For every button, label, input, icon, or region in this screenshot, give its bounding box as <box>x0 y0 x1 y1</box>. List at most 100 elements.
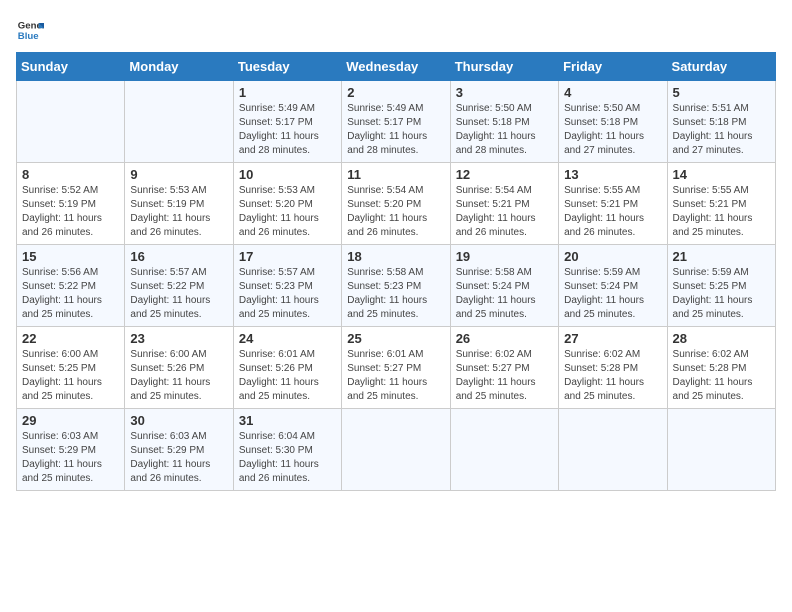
day-number: 27 <box>564 331 661 346</box>
calendar-week-0: 1 Sunrise: 5:49 AMSunset: 5:17 PMDayligh… <box>17 81 776 163</box>
day-number: 29 <box>22 413 119 428</box>
header-sunday: Sunday <box>17 53 125 81</box>
day-info: Sunrise: 6:04 AMSunset: 5:30 PMDaylight:… <box>239 431 319 484</box>
day-number: 19 <box>456 249 553 264</box>
day-info: Sunrise: 6:01 AMSunset: 5:26 PMDaylight:… <box>239 349 319 402</box>
logo-icon: General Blue <box>16 16 44 44</box>
day-cell-11: 11 Sunrise: 5:54 AMSunset: 5:20 PMDaylig… <box>342 163 450 245</box>
calendar-header-row: SundayMondayTuesdayWednesdayThursdayFrid… <box>17 53 776 81</box>
day-cell-9: 9 Sunrise: 5:53 AMSunset: 5:19 PMDayligh… <box>125 163 233 245</box>
day-number: 4 <box>564 85 661 100</box>
day-info: Sunrise: 6:03 AMSunset: 5:29 PMDaylight:… <box>22 431 102 484</box>
day-number: 5 <box>673 85 770 100</box>
day-info: Sunrise: 5:52 AMSunset: 5:19 PMDaylight:… <box>22 185 102 238</box>
header-tuesday: Tuesday <box>233 53 341 81</box>
header-saturday: Saturday <box>667 53 775 81</box>
day-info: Sunrise: 5:51 AMSunset: 5:18 PMDaylight:… <box>673 103 753 156</box>
day-cell-28: 28 Sunrise: 6:02 AMSunset: 5:28 PMDaylig… <box>667 327 775 409</box>
day-info: Sunrise: 5:54 AMSunset: 5:21 PMDaylight:… <box>456 185 536 238</box>
day-cell-17: 17 Sunrise: 5:57 AMSunset: 5:23 PMDaylig… <box>233 245 341 327</box>
day-info: Sunrise: 5:58 AMSunset: 5:24 PMDaylight:… <box>456 267 536 320</box>
day-cell-26: 26 Sunrise: 6:02 AMSunset: 5:27 PMDaylig… <box>450 327 558 409</box>
day-number: 10 <box>239 167 336 182</box>
day-info: Sunrise: 6:00 AMSunset: 5:25 PMDaylight:… <box>22 349 102 402</box>
day-cell-30: 30 Sunrise: 6:03 AMSunset: 5:29 PMDaylig… <box>125 409 233 491</box>
day-cell-15: 15 Sunrise: 5:56 AMSunset: 5:22 PMDaylig… <box>17 245 125 327</box>
day-info: Sunrise: 5:59 AMSunset: 5:25 PMDaylight:… <box>673 267 753 320</box>
day-info: Sunrise: 6:02 AMSunset: 5:28 PMDaylight:… <box>673 349 753 402</box>
day-number: 17 <box>239 249 336 264</box>
day-number: 13 <box>564 167 661 182</box>
day-info: Sunrise: 6:01 AMSunset: 5:27 PMDaylight:… <box>347 349 427 402</box>
day-number: 14 <box>673 167 770 182</box>
day-info: Sunrise: 6:02 AMSunset: 5:28 PMDaylight:… <box>564 349 644 402</box>
empty-cell <box>667 409 775 491</box>
empty-cell <box>17 81 125 163</box>
header-wednesday: Wednesday <box>342 53 450 81</box>
logo: General Blue <box>16 16 48 44</box>
day-number: 18 <box>347 249 444 264</box>
day-cell-25: 25 Sunrise: 6:01 AMSunset: 5:27 PMDaylig… <box>342 327 450 409</box>
day-cell-20: 20 Sunrise: 5:59 AMSunset: 5:24 PMDaylig… <box>559 245 667 327</box>
calendar-week-3: 22 Sunrise: 6:00 AMSunset: 5:25 PMDaylig… <box>17 327 776 409</box>
day-number: 31 <box>239 413 336 428</box>
day-info: Sunrise: 5:50 AMSunset: 5:18 PMDaylight:… <box>456 103 536 156</box>
header-monday: Monday <box>125 53 233 81</box>
calendar-table: SundayMondayTuesdayWednesdayThursdayFrid… <box>16 52 776 491</box>
day-info: Sunrise: 6:00 AMSunset: 5:26 PMDaylight:… <box>130 349 210 402</box>
header-thursday: Thursday <box>450 53 558 81</box>
day-number: 3 <box>456 85 553 100</box>
day-info: Sunrise: 5:54 AMSunset: 5:20 PMDaylight:… <box>347 185 427 238</box>
day-cell-2: 2 Sunrise: 5:49 AMSunset: 5:17 PMDayligh… <box>342 81 450 163</box>
day-info: Sunrise: 5:50 AMSunset: 5:18 PMDaylight:… <box>564 103 644 156</box>
day-cell-24: 24 Sunrise: 6:01 AMSunset: 5:26 PMDaylig… <box>233 327 341 409</box>
day-number: 26 <box>456 331 553 346</box>
day-cell-18: 18 Sunrise: 5:58 AMSunset: 5:23 PMDaylig… <box>342 245 450 327</box>
empty-cell <box>559 409 667 491</box>
day-number: 20 <box>564 249 661 264</box>
day-number: 24 <box>239 331 336 346</box>
day-info: Sunrise: 5:55 AMSunset: 5:21 PMDaylight:… <box>564 185 644 238</box>
empty-cell <box>125 81 233 163</box>
day-number: 11 <box>347 167 444 182</box>
day-cell-23: 23 Sunrise: 6:00 AMSunset: 5:26 PMDaylig… <box>125 327 233 409</box>
day-number: 2 <box>347 85 444 100</box>
day-info: Sunrise: 5:57 AMSunset: 5:22 PMDaylight:… <box>130 267 210 320</box>
day-cell-4: 4 Sunrise: 5:50 AMSunset: 5:18 PMDayligh… <box>559 81 667 163</box>
day-cell-10: 10 Sunrise: 5:53 AMSunset: 5:20 PMDaylig… <box>233 163 341 245</box>
day-cell-21: 21 Sunrise: 5:59 AMSunset: 5:25 PMDaylig… <box>667 245 775 327</box>
calendar-week-2: 15 Sunrise: 5:56 AMSunset: 5:22 PMDaylig… <box>17 245 776 327</box>
day-number: 8 <box>22 167 119 182</box>
day-info: Sunrise: 5:53 AMSunset: 5:19 PMDaylight:… <box>130 185 210 238</box>
empty-cell <box>342 409 450 491</box>
day-info: Sunrise: 5:49 AMSunset: 5:17 PMDaylight:… <box>239 103 319 156</box>
svg-text:Blue: Blue <box>18 31 39 42</box>
empty-cell <box>450 409 558 491</box>
day-number: 23 <box>130 331 227 346</box>
header-friday: Friday <box>559 53 667 81</box>
day-number: 16 <box>130 249 227 264</box>
calendar-week-1: 8 Sunrise: 5:52 AMSunset: 5:19 PMDayligh… <box>17 163 776 245</box>
day-info: Sunrise: 5:53 AMSunset: 5:20 PMDaylight:… <box>239 185 319 238</box>
day-number: 30 <box>130 413 227 428</box>
day-cell-29: 29 Sunrise: 6:03 AMSunset: 5:29 PMDaylig… <box>17 409 125 491</box>
day-info: Sunrise: 6:03 AMSunset: 5:29 PMDaylight:… <box>130 431 210 484</box>
day-info: Sunrise: 5:49 AMSunset: 5:17 PMDaylight:… <box>347 103 427 156</box>
day-info: Sunrise: 5:56 AMSunset: 5:22 PMDaylight:… <box>22 267 102 320</box>
day-cell-3: 3 Sunrise: 5:50 AMSunset: 5:18 PMDayligh… <box>450 81 558 163</box>
day-info: Sunrise: 5:59 AMSunset: 5:24 PMDaylight:… <box>564 267 644 320</box>
day-number: 1 <box>239 85 336 100</box>
day-info: Sunrise: 5:55 AMSunset: 5:21 PMDaylight:… <box>673 185 753 238</box>
day-cell-31: 31 Sunrise: 6:04 AMSunset: 5:30 PMDaylig… <box>233 409 341 491</box>
day-info: Sunrise: 5:57 AMSunset: 5:23 PMDaylight:… <box>239 267 319 320</box>
day-number: 22 <box>22 331 119 346</box>
day-cell-5: 5 Sunrise: 5:51 AMSunset: 5:18 PMDayligh… <box>667 81 775 163</box>
day-number: 15 <box>22 249 119 264</box>
day-info: Sunrise: 6:02 AMSunset: 5:27 PMDaylight:… <box>456 349 536 402</box>
day-cell-12: 12 Sunrise: 5:54 AMSunset: 5:21 PMDaylig… <box>450 163 558 245</box>
day-number: 21 <box>673 249 770 264</box>
day-number: 9 <box>130 167 227 182</box>
day-number: 28 <box>673 331 770 346</box>
day-number: 12 <box>456 167 553 182</box>
day-cell-14: 14 Sunrise: 5:55 AMSunset: 5:21 PMDaylig… <box>667 163 775 245</box>
